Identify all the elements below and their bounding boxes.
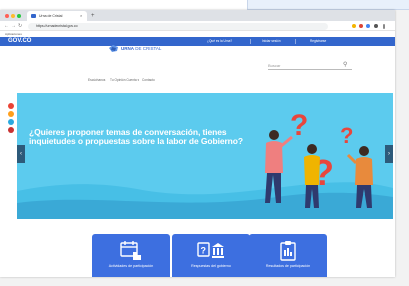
gov-link-what-is[interactable]: ¿Qué es la Urna? [207, 37, 232, 46]
back-icon[interactable]: ← [4, 21, 9, 31]
minimize-window-button[interactable] [11, 13, 15, 18]
card-government-responses[interactable]: ? Respuestas del gobierno [172, 234, 250, 277]
profile-icon[interactable] [374, 24, 378, 28]
maximize-window-button[interactable] [17, 13, 21, 18]
social-icon[interactable] [8, 127, 14, 133]
new-tab-button[interactable]: + [91, 11, 95, 21]
favicon-icon [31, 14, 36, 18]
hero-headline: ¿Quieres proponer temas de conversación,… [29, 127, 243, 146]
site-title-rest: DE CRISTAL [134, 46, 162, 51]
subnav-item-opinion[interactable]: Tu Opinión Cuenta ▾ [110, 78, 139, 83]
gov-link-register[interactable]: Registrarse [310, 37, 326, 46]
gov-divider [250, 39, 251, 44]
browser-window: Urna de Cristal × + ← → ↻ https://urnade… [0, 10, 395, 277]
urna-logo-icon [109, 45, 118, 52]
people-question-illustration: ? ? ? [265, 109, 373, 208]
address-bar-row: ← → ↻ https://urnadecristal.gov.co [0, 21, 395, 31]
extension-icon[interactable] [366, 24, 370, 28]
card-label: Respuestas del gobierno [191, 264, 231, 268]
card-participation-activities[interactable]: Actividades de participación [92, 234, 170, 277]
forward-icon[interactable]: → [11, 21, 16, 31]
tab-strip: Urna de Cristal × + [0, 10, 395, 21]
social-icon[interactable] [8, 119, 14, 125]
social-icon[interactable] [8, 111, 14, 117]
close-tab-icon[interactable]: × [80, 11, 82, 21]
background-window [247, 0, 409, 10]
gov-link-login[interactable]: Iniciar sesión [262, 37, 281, 46]
extension-icon[interactable] [359, 24, 363, 28]
site-title[interactable]: URNA DE CRISTAL [121, 46, 161, 52]
svg-text:?: ? [340, 123, 353, 148]
site-title-bold: URNA [121, 46, 134, 51]
subnav-item-listen[interactable]: Escúchanos [88, 78, 105, 83]
search-icon[interactable]: ⚲ [343, 62, 347, 69]
hero-banner[interactable]: ¿Quieres proponer temas de conversación,… [17, 93, 393, 219]
card-participation-results[interactable]: Resultados de participación [249, 234, 327, 277]
menu-icon[interactable] [383, 24, 385, 29]
gov-header-bar: GOV.CO ¿Qué es la Urna? Iniciar sesión R… [0, 37, 395, 46]
reload-icon[interactable]: ↻ [18, 21, 22, 31]
url-field[interactable]: https://urnadecristal.gov.co [28, 22, 328, 30]
svg-text:?: ? [201, 246, 207, 256]
question-building-icon: ? [197, 242, 224, 258]
gov-divider [295, 39, 296, 44]
gov-logo[interactable]: GOV.CO [8, 37, 31, 46]
subnav-item-contact[interactable]: Contacto [142, 78, 155, 83]
carousel-prev-button[interactable]: ‹ [17, 145, 25, 163]
carousel-next-button[interactable]: › [385, 145, 393, 163]
screenshot-margin-bottom [0, 277, 409, 286]
close-window-button[interactable] [5, 13, 9, 18]
clipboard-results-icon [280, 241, 296, 261]
search-input[interactable]: Buscar [268, 61, 352, 70]
calendar-hand-icon [120, 241, 141, 260]
screenshot-margin-right [395, 10, 409, 286]
card-label: Resultados de participación [265, 264, 311, 268]
card-label: Actividades de participación [108, 264, 154, 268]
extension-icon[interactable] [352, 24, 356, 28]
svg-text:?: ? [290, 109, 308, 142]
browser-tab[interactable]: Urna de Cristal [27, 11, 87, 21]
screenshot-margin [0, 0, 247, 10]
social-icon[interactable] [8, 103, 14, 109]
